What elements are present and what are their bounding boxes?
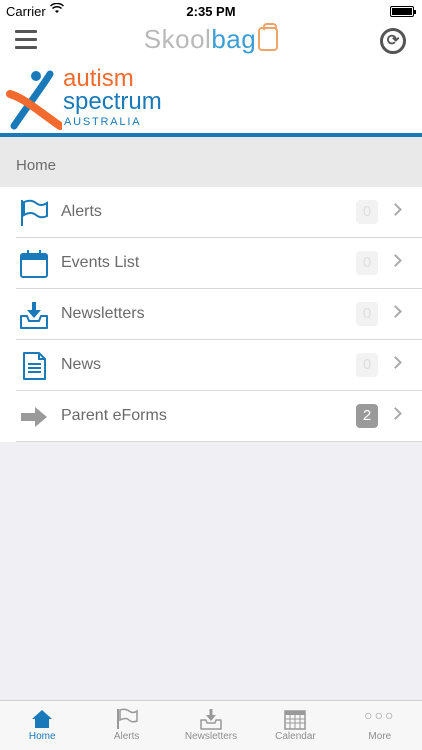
tab-bar: Home Alerts Newsletters Calendar ○○○ Mor… (0, 700, 422, 750)
list-item-alerts[interactable]: Alerts 0 (0, 187, 422, 238)
calendar-icon (20, 250, 48, 278)
app-title-part1: Skool (143, 24, 212, 54)
section-title: Home (16, 157, 57, 174)
inbox-download-icon (200, 709, 222, 730)
chevron-right-icon (389, 305, 402, 318)
count-badge: 0 (356, 200, 378, 224)
count-badge: 2 (356, 404, 378, 428)
status-bar: Carrier 2:35 PM (0, 0, 422, 22)
clock: 2:35 PM (186, 4, 236, 19)
app-title: Skoolbag (0, 23, 422, 55)
chevron-right-icon (389, 203, 402, 216)
chevron-right-icon (389, 356, 402, 369)
more-dots-icon: ○○○ (364, 707, 396, 723)
list-item-label: Alerts (61, 203, 102, 220)
list-item-label: Newsletters (61, 305, 145, 322)
sync-icon[interactable]: ⟳ (380, 28, 406, 54)
school-banner: autism spectrum AUSTRALIA (0, 62, 422, 137)
logo-text-australia: AUSTRALIA (64, 116, 142, 128)
tab-label: Calendar (275, 731, 316, 742)
document-icon (23, 352, 46, 380)
inbox-download-icon (20, 302, 48, 329)
section-header: Home (0, 137, 422, 187)
arrow-right-icon (21, 407, 47, 427)
list-item-events-list[interactable]: Events List 0 (0, 238, 422, 289)
tab-label: Newsletters (184, 731, 238, 742)
tab-newsletters[interactable]: Newsletters (169, 701, 253, 750)
flag-icon (116, 708, 138, 729)
tab-label: More (368, 731, 392, 742)
home-icon (32, 710, 53, 728)
list-item-label: Parent eForms (61, 407, 167, 424)
autism-spectrum-logo-icon (6, 70, 62, 130)
tab-home[interactable]: Home (0, 701, 84, 750)
tab-label: Alerts (113, 731, 140, 742)
nav-bar: Skoolbag ⟳ (0, 22, 422, 62)
calendar-grid-icon (284, 710, 307, 730)
backpack-icon (258, 23, 279, 51)
tab-more[interactable]: ○○○ More (338, 701, 422, 750)
battery-icon (390, 6, 416, 17)
count-badge: 0 (356, 353, 378, 377)
tab-calendar[interactable]: Calendar (253, 701, 337, 750)
chevron-right-icon (389, 407, 402, 420)
count-badge: 0 (356, 251, 378, 275)
count-badge: 0 (356, 302, 378, 326)
chevron-right-icon (389, 254, 402, 267)
logo-text-spectrum: spectrum (63, 88, 162, 115)
flag-icon (21, 199, 48, 226)
list-item-label: News (61, 356, 102, 373)
list-item-newsletters[interactable]: Newsletters 0 (0, 289, 422, 340)
tab-alerts[interactable]: Alerts (84, 701, 168, 750)
list-item-news[interactable]: News 0 (0, 340, 422, 391)
tab-label: Home (28, 731, 56, 742)
app-title-part2: bag (211, 24, 257, 54)
list-item-parent-eforms[interactable]: Parent eForms 2 (0, 391, 422, 442)
list-item-label: Events List (61, 254, 140, 271)
home-menu-list: Alerts 0 Events List 0 Newsletters 0 New… (0, 187, 422, 442)
